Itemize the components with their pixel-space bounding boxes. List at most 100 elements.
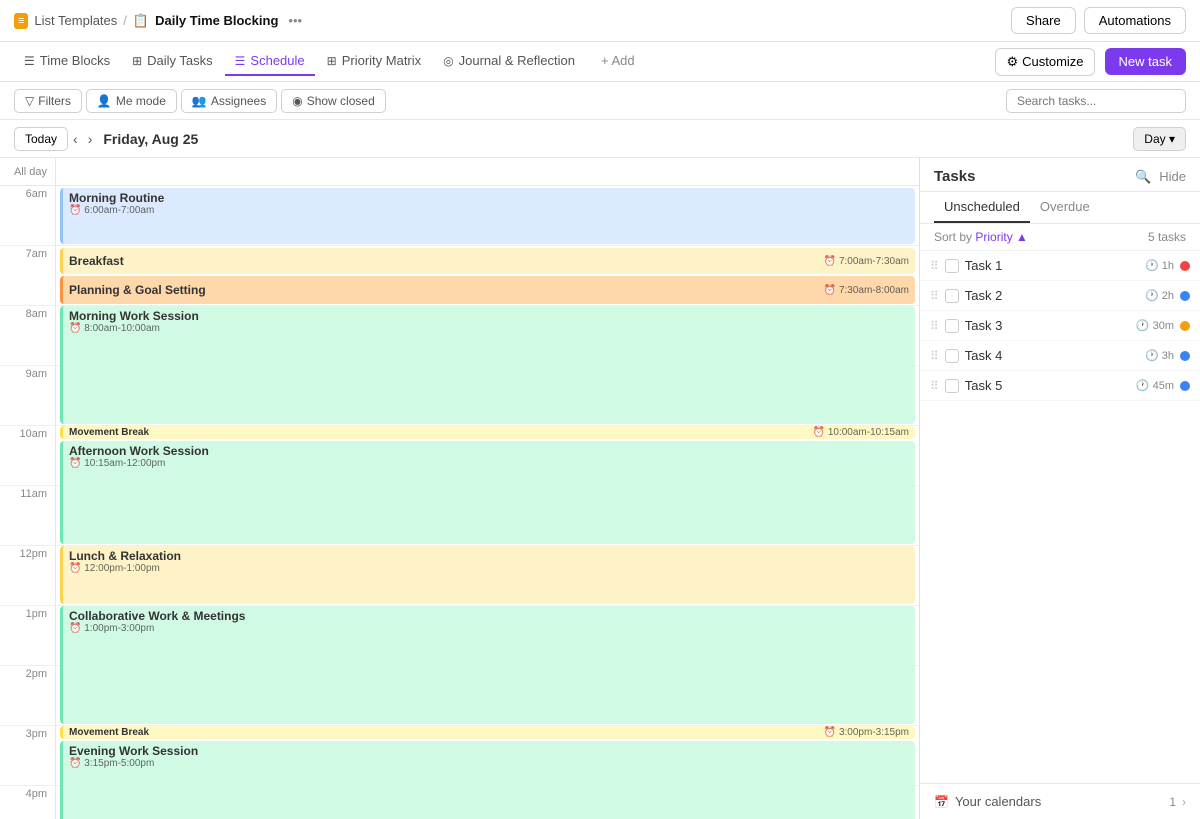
time-9am: 9am — [0, 366, 55, 426]
event-collaborative[interactable]: Collaborative Work & Meetings ⏰ 1:00pm-3… — [60, 606, 915, 724]
event-lunch[interactable]: Lunch & Relaxation ⏰ 12:00pm-1:00pm — [60, 546, 915, 604]
task-duration-3: 🕐 30m — [1136, 319, 1174, 332]
event-morning-work[interactable]: Morning Work Session ⏰ 8:00am-10:00am — [60, 306, 915, 424]
more-button[interactable]: ••• — [284, 11, 306, 30]
today-button[interactable]: Today — [14, 127, 68, 151]
main-layout: All day 6am 7am 8am 9am 10am 11am 12pm 1… — [0, 158, 1200, 819]
priority-matrix-icon: ⊞ — [327, 54, 337, 68]
drag-handle-1[interactable]: ⠿ — [930, 259, 939, 273]
event-afternoon-work[interactable]: Afternoon Work Session ⏰ 10:15am-12:00pm — [60, 441, 915, 544]
task-duration-5: 🕐 45m — [1136, 379, 1174, 392]
calendar-scroll[interactable]: 6am 7am 8am 9am 10am 11am 12pm 1pm 2pm 3… — [0, 186, 919, 819]
task-checkbox-5[interactable] — [945, 379, 959, 393]
all-day-row: All day — [0, 158, 919, 186]
tab-schedule[interactable]: ☰ Schedule — [225, 47, 315, 76]
task-sort-bar: Sort by Priority ▲ 5 tasks — [920, 224, 1200, 251]
event-lunch-title: Lunch & Relaxation — [69, 549, 909, 563]
event-movement-break-2-time: ⏰ 3:00pm-3:15pm — [824, 727, 909, 738]
task-duration-2: 🕐 2h — [1145, 289, 1174, 302]
task-item-1[interactable]: ⠿ Task 1 🕐 1h — [920, 251, 1200, 281]
sort-priority[interactable]: Priority ▲ — [975, 230, 1028, 244]
task-flag-5 — [1180, 381, 1190, 391]
breadcrumb: ≡ List Templates / 📋 Daily Time Blocking… — [14, 11, 306, 30]
event-morning-routine[interactable]: Morning Routine ⏰ 6:00am-7:00am — [60, 188, 915, 244]
clock-icon-2: 🕐 — [1145, 289, 1159, 302]
task-item-5[interactable]: ⠿ Task 5 🕐 45m — [920, 371, 1200, 401]
nav-right-actions: ⚙ Customize New task — [995, 48, 1186, 76]
event-breakfast[interactable]: Breakfast ⏰ 7:00am-7:30am — [60, 248, 915, 274]
prev-day-button[interactable]: ‹ — [68, 129, 83, 149]
drag-handle-4[interactable]: ⠿ — [930, 349, 939, 363]
calendars-label: Your calendars — [955, 794, 1163, 809]
list-icon: ≡ — [14, 13, 28, 29]
calendars-chevron-icon[interactable]: › — [1182, 795, 1186, 809]
sort-by-label: Sort by Priority ▲ — [934, 230, 1028, 244]
task-checkbox-2[interactable] — [945, 289, 959, 303]
event-movement-break-1[interactable]: Movement Break ⏰ 10:00am-10:15am — [60, 426, 915, 439]
tab-unscheduled[interactable]: Unscheduled — [934, 192, 1030, 223]
show-closed-icon: ◉ — [292, 94, 302, 108]
show-closed-button[interactable]: ◉ Show closed — [281, 89, 386, 113]
event-evening-work-title: Evening Work Session — [69, 744, 909, 758]
add-tab-button[interactable]: + Add — [591, 47, 645, 76]
drag-handle-2[interactable]: ⠿ — [930, 289, 939, 303]
event-morning-work-title: Morning Work Session — [69, 309, 909, 323]
task-flag-3 — [1180, 321, 1190, 331]
event-breakfast-time: ⏰ 7:00am-7:30am — [824, 256, 909, 267]
tab-time-blocks[interactable]: ☰ Time Blocks — [14, 47, 120, 76]
tab-schedule-label: Schedule — [250, 53, 304, 68]
drag-handle-3[interactable]: ⠿ — [930, 319, 939, 333]
task-flag-4 — [1180, 351, 1190, 361]
time-2pm: 2pm — [0, 666, 55, 726]
task-hide-button[interactable]: Hide — [1159, 169, 1186, 185]
event-movement-break-2[interactable]: Movement Break ⏰ 3:00pm-3:15pm — [60, 726, 915, 739]
event-evening-work[interactable]: Evening Work Session ⏰ 3:15pm-5:00pm — [60, 741, 915, 819]
show-closed-label: Show closed — [307, 94, 375, 108]
event-planning-time: ⏰ 7:30am-8:00am — [824, 285, 909, 296]
filters-button[interactable]: ▽ Filters — [14, 89, 82, 113]
task-item-2[interactable]: ⠿ Task 2 🕐 2h — [920, 281, 1200, 311]
next-day-button[interactable]: › — [83, 129, 98, 149]
share-button[interactable]: Share — [1011, 7, 1076, 34]
task-search-button[interactable]: 🔍 — [1135, 169, 1151, 185]
task-list: ⠿ Task 1 🕐 1h ⠿ Task 2 🕐 2h ⠿ — [920, 251, 1200, 783]
tab-overdue[interactable]: Overdue — [1030, 192, 1100, 223]
time-8am: 8am — [0, 306, 55, 366]
me-mode-button[interactable]: 👤 Me mode — [86, 89, 177, 113]
task-item-3[interactable]: ⠿ Task 3 🕐 30m — [920, 311, 1200, 341]
customize-button[interactable]: ⚙ Customize — [995, 48, 1094, 76]
task-panel-header: Tasks 🔍 Hide — [920, 158, 1200, 192]
task-checkbox-3[interactable] — [945, 319, 959, 333]
tab-priority-matrix[interactable]: ⊞ Priority Matrix — [317, 47, 432, 76]
page-title: Daily Time Blocking — [155, 13, 278, 28]
task-item-4[interactable]: ⠿ Task 4 🕐 3h — [920, 341, 1200, 371]
all-day-space — [56, 158, 919, 185]
tab-daily-tasks[interactable]: ⊞ Daily Tasks — [122, 47, 223, 76]
task-panel: Tasks 🔍 Hide Unscheduled Overdue Sort by… — [920, 158, 1200, 819]
events-column[interactable]: Morning Routine ⏰ 6:00am-7:00am Breakfas… — [56, 186, 919, 819]
search-input[interactable] — [1006, 89, 1186, 113]
assignees-button[interactable]: 👥 Assignees — [181, 89, 277, 113]
view-selector[interactable]: Day ▾ — [1133, 127, 1186, 151]
event-movement-break-1-time: ⏰ 10:00am-10:15am — [813, 427, 909, 438]
event-planning[interactable]: Planning & Goal Setting ⏰ 7:30am-8:00am — [60, 276, 915, 304]
drag-handle-5[interactable]: ⠿ — [930, 379, 939, 393]
breadcrumb-list-templates[interactable]: List Templates — [34, 13, 117, 28]
tab-journal-reflection[interactable]: ◎ Journal & Reflection — [433, 47, 585, 76]
calendar-view: All day 6am 7am 8am 9am 10am 11am 12pm 1… — [0, 158, 920, 819]
new-task-button[interactable]: New task — [1105, 48, 1186, 75]
nav-tabs: ☰ Time Blocks ⊞ Daily Tasks ☰ Schedule ⊞… — [0, 42, 1200, 82]
event-planning-title: Planning & Goal Setting — [69, 283, 206, 297]
top-bar-actions: Share Automations — [1011, 7, 1186, 34]
current-date: Friday, Aug 25 — [103, 131, 198, 147]
clock-icon-1: 🕐 — [1145, 259, 1159, 272]
automations-button[interactable]: Automations — [1084, 7, 1186, 34]
calendars-count: 1 — [1169, 795, 1176, 809]
task-checkbox-1[interactable] — [945, 259, 959, 273]
task-duration-4: 🕐 3h — [1145, 349, 1174, 362]
time-blocks-icon: ☰ — [24, 54, 35, 68]
task-checkbox-4[interactable] — [945, 349, 959, 363]
task-panel-title: Tasks — [934, 168, 975, 185]
task-name-3: Task 3 — [965, 318, 1130, 333]
time-column: 6am 7am 8am 9am 10am 11am 12pm 1pm 2pm 3… — [0, 186, 56, 819]
